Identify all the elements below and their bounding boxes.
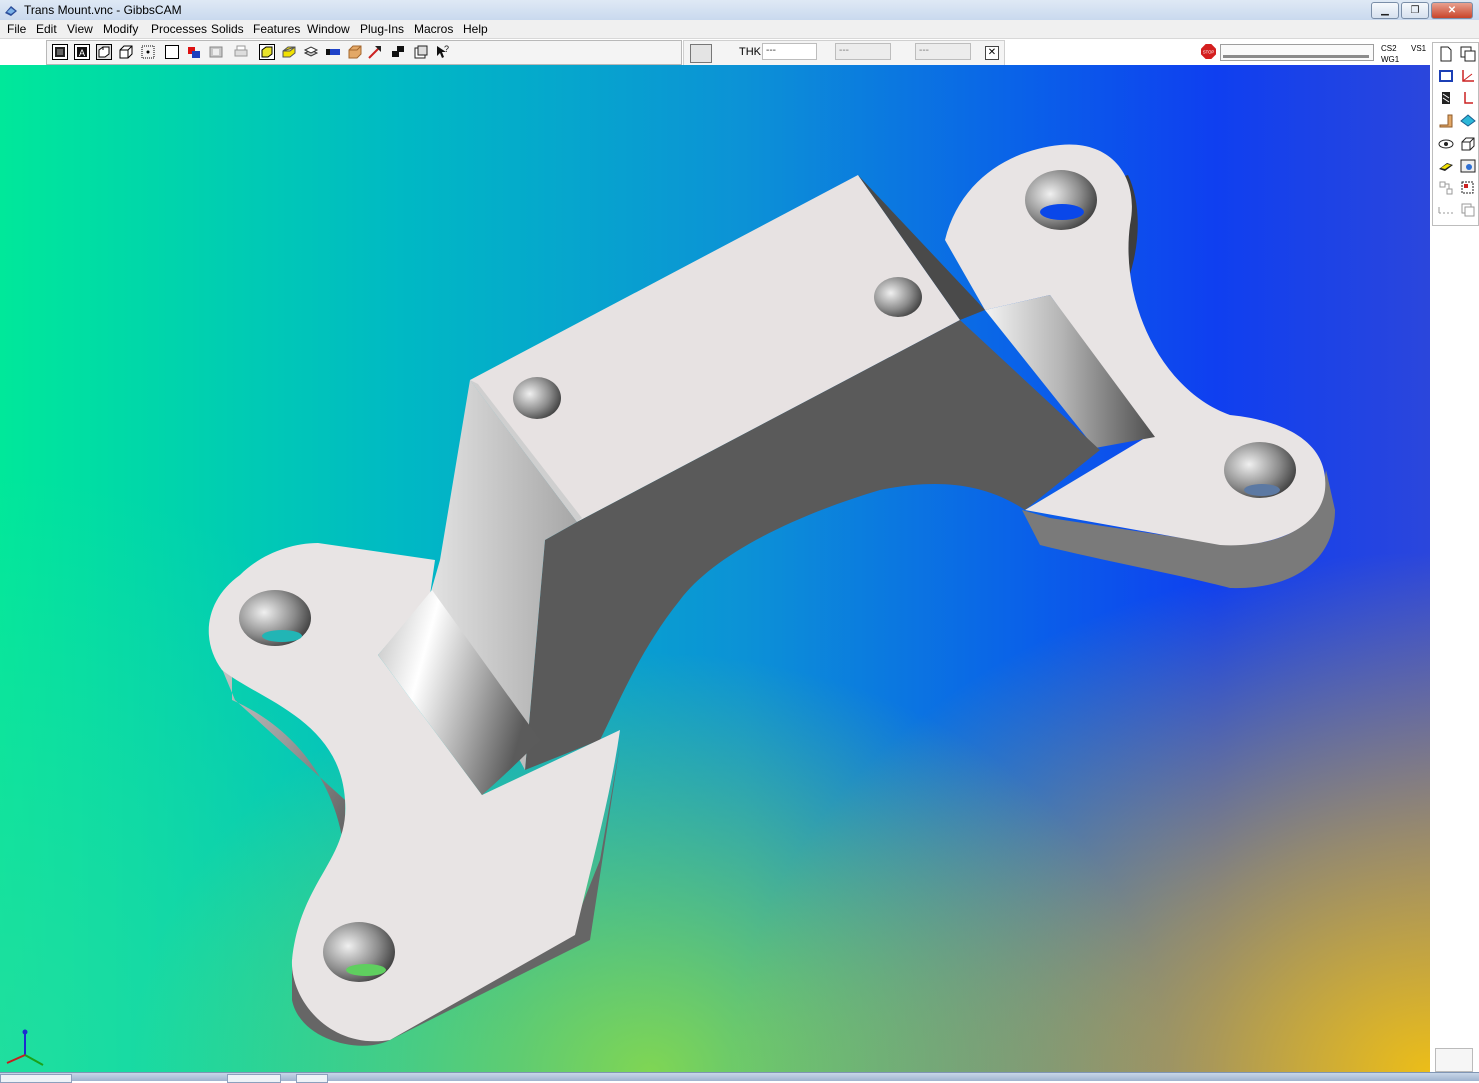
menu-bar: File Edit View Modify Processes Solids F… bbox=[0, 20, 1479, 39]
solid-select-icon[interactable] bbox=[259, 44, 275, 60]
stop-icon[interactable]: STOP bbox=[1201, 44, 1216, 59]
fold-icon[interactable] bbox=[1437, 111, 1455, 129]
title-bar: Trans Mount.vnc - GibbsCAM ▁ ❐ ✕ bbox=[0, 0, 1479, 21]
close-icon: ✕ bbox=[1447, 5, 1457, 16]
arrow-pick-icon[interactable] bbox=[367, 44, 383, 60]
maximize-button[interactable]: ❐ bbox=[1401, 2, 1429, 19]
close-button[interactable]: ✕ bbox=[1431, 2, 1473, 19]
thk-field-3[interactable]: --- bbox=[915, 43, 971, 60]
help-cursor-icon[interactable]: ? bbox=[435, 44, 451, 60]
x-icon: ✕ bbox=[987, 47, 997, 58]
trans-mount-part[interactable] bbox=[0, 65, 1430, 1072]
wg-label[interactable]: WG1 bbox=[1381, 55, 1399, 64]
photo-icon[interactable] bbox=[1459, 157, 1477, 175]
minimize-icon: ▁ bbox=[1381, 5, 1389, 16]
hole-top-right-through bbox=[1040, 204, 1084, 220]
menu-macros[interactable]: Macros bbox=[414, 22, 453, 36]
axis-triad-icon bbox=[6, 1029, 44, 1066]
thk-label: THK bbox=[739, 46, 761, 58]
point-icon[interactable] bbox=[140, 44, 156, 60]
cad-viewport[interactable] bbox=[0, 65, 1430, 1072]
vs-label[interactable]: VS1 bbox=[1411, 44, 1426, 53]
blank-frame-icon[interactable] bbox=[164, 44, 180, 60]
thk-field-2[interactable]: --- bbox=[835, 43, 891, 60]
book-icon[interactable] bbox=[413, 44, 429, 60]
eraser-icon[interactable] bbox=[1437, 157, 1455, 175]
menu-solids[interactable]: Solids bbox=[211, 22, 244, 36]
thk-settings-icon[interactable] bbox=[690, 44, 712, 63]
tree-icon[interactable] bbox=[1437, 179, 1455, 197]
maximize-icon: ❐ bbox=[1410, 5, 1420, 16]
window-title: Trans Mount.vnc - GibbsCAM bbox=[24, 3, 182, 17]
hatch-icon[interactable] bbox=[1437, 89, 1455, 107]
copy-shape-icon[interactable] bbox=[208, 44, 224, 60]
tree-frame-icon[interactable] bbox=[1459, 179, 1477, 197]
progress-bar bbox=[1220, 44, 1374, 61]
svg-text:A: A bbox=[79, 48, 85, 58]
axis-icon[interactable] bbox=[1459, 67, 1477, 85]
flag-icon[interactable] bbox=[186, 44, 202, 60]
start-button[interactable] bbox=[0, 1074, 72, 1083]
block-stock-icon[interactable] bbox=[347, 44, 363, 60]
cube-icon[interactable] bbox=[1459, 135, 1477, 153]
thk-field-1[interactable]: --- bbox=[762, 43, 817, 60]
hidden-line-icon[interactable] bbox=[96, 44, 112, 60]
rect-select-icon[interactable] bbox=[1437, 67, 1455, 85]
menu-file[interactable]: File bbox=[7, 22, 26, 36]
taskbar-item[interactable] bbox=[296, 1074, 328, 1083]
minimize-button[interactable]: ▁ bbox=[1371, 2, 1399, 19]
menu-view[interactable]: View bbox=[67, 22, 93, 36]
palette-tools bbox=[1432, 42, 1479, 226]
trash-icon[interactable] bbox=[1435, 1048, 1473, 1072]
hole-bottom-left-through bbox=[346, 964, 386, 976]
menu-plug-ins[interactable]: Plug-Ins bbox=[360, 22, 404, 36]
stop-text: STOP bbox=[1203, 49, 1215, 54]
windows-icon[interactable] bbox=[1459, 45, 1477, 63]
wireframe-view-icon[interactable] bbox=[52, 44, 68, 60]
thk-close-button[interactable]: ✕ bbox=[985, 46, 999, 60]
view-toolbar: A ? bbox=[46, 40, 682, 65]
gibbscam-app-icon[interactable] bbox=[4, 3, 18, 17]
move-icon[interactable] bbox=[390, 44, 406, 60]
hole-boss-left bbox=[513, 377, 561, 419]
axis-red-icon[interactable] bbox=[1459, 89, 1477, 107]
hole-boss-right bbox=[874, 277, 922, 317]
copy-pages-icon[interactable] bbox=[1459, 201, 1477, 219]
progress-fill bbox=[1223, 55, 1369, 58]
taskbar-item[interactable] bbox=[227, 1074, 281, 1083]
dashed-line-icon[interactable] bbox=[1437, 201, 1455, 219]
menu-window[interactable]: Window bbox=[307, 22, 350, 36]
hole-top-right bbox=[1025, 170, 1097, 230]
thickness-bar: THK --- --- --- ✕ bbox=[683, 40, 1005, 66]
hole-right-through bbox=[1244, 484, 1280, 496]
magnet-icon[interactable] bbox=[325, 44, 341, 60]
eye-icon[interactable] bbox=[1437, 135, 1455, 153]
shaded-view-icon[interactable]: A bbox=[74, 44, 90, 60]
new-doc-icon[interactable] bbox=[1437, 45, 1455, 63]
menu-help[interactable]: Help bbox=[463, 22, 488, 36]
right-palette bbox=[1430, 40, 1479, 1072]
box-view-icon[interactable] bbox=[118, 44, 134, 60]
hole-left-through bbox=[262, 630, 302, 642]
cs-label[interactable]: CS2 bbox=[1381, 44, 1397, 53]
menu-edit[interactable]: Edit bbox=[36, 22, 57, 36]
stack-icon[interactable] bbox=[303, 44, 319, 60]
yellow-solid-icon[interactable] bbox=[281, 44, 297, 60]
print-shape-icon[interactable] bbox=[233, 44, 249, 60]
svg-text:?: ? bbox=[444, 44, 449, 54]
tilted-plane-icon[interactable] bbox=[1459, 111, 1477, 129]
menu-modify[interactable]: Modify bbox=[103, 22, 138, 36]
menu-features[interactable]: Features bbox=[253, 22, 300, 36]
menu-processes[interactable]: Processes bbox=[151, 22, 207, 36]
